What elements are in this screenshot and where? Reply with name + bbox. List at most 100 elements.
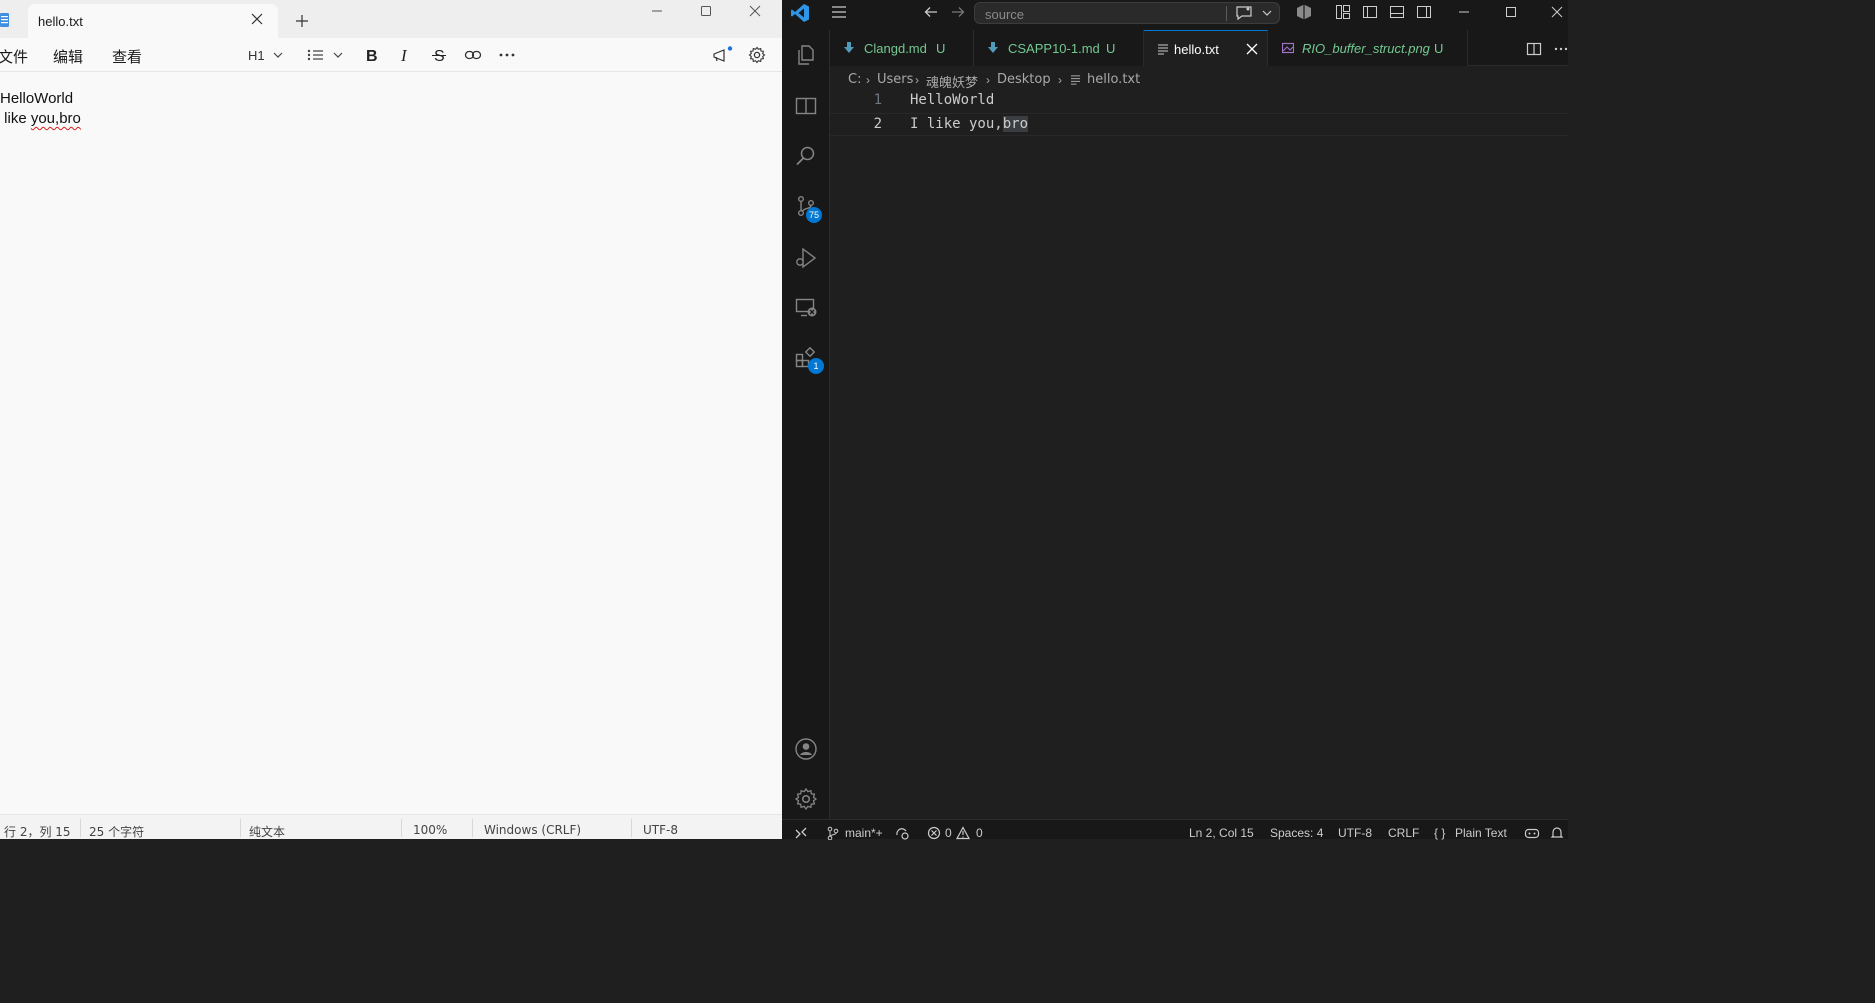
status-char-count: 25 个字符 xyxy=(89,825,145,839)
breadcrumb-drive[interactable]: C: xyxy=(848,72,861,87)
language-mode-braces-icon: { } xyxy=(1434,826,1446,840)
breadcrumb-desktop[interactable]: Desktop xyxy=(997,72,1051,87)
code-line-1: HelloWorld xyxy=(910,92,995,108)
breadcrumb-users[interactable]: Users xyxy=(877,72,913,87)
toggle-secondary-sidebar-icon[interactable] xyxy=(1416,4,1432,20)
explorer-icon[interactable] xyxy=(794,43,818,67)
chevron-right-icon: › xyxy=(986,73,990,87)
sync-icon[interactable] xyxy=(894,826,910,840)
run-debug-icon[interactable] xyxy=(794,246,818,270)
copilot-icon[interactable] xyxy=(1295,3,1313,21)
manage-gear-icon[interactable] xyxy=(794,787,818,811)
chevron-down-icon xyxy=(273,52,283,58)
more-icon[interactable] xyxy=(498,46,516,64)
notepad-app-icon xyxy=(0,13,9,27)
notepad-menubar: 文件 编辑 查看 H1 B I S xyxy=(0,38,782,72)
copilot-status-icon[interactable] xyxy=(1524,826,1540,840)
text-line-1: HelloWorld xyxy=(0,90,74,107)
vscode-titlebar: source xyxy=(782,0,1568,30)
italic-icon[interactable]: I xyxy=(398,46,414,64)
copilot-chat-icon[interactable] xyxy=(1235,5,1253,21)
tab-hello-txt[interactable]: hello.txt xyxy=(28,4,278,38)
status-language[interactable]: Plain Text xyxy=(1455,826,1507,840)
minimize-icon[interactable] xyxy=(646,3,668,19)
code-editor[interactable]: 1 HelloWorld 2 I like you,bro xyxy=(830,92,1568,819)
back-arrow-icon[interactable] xyxy=(923,4,939,20)
close-window-icon[interactable] xyxy=(1550,5,1564,19)
close-window-icon[interactable] xyxy=(744,3,766,19)
status-eol[interactable]: CRLF xyxy=(1388,826,1419,840)
reading-mode-icon[interactable] xyxy=(794,94,818,118)
accounts-icon[interactable] xyxy=(794,737,818,761)
notepad-statusbar: 行 2，列 15 25 个字符 纯文本 100% Windows (CRLF) … xyxy=(0,814,782,839)
heading-label: H1 xyxy=(248,47,265,63)
remote-explorer-icon[interactable] xyxy=(794,296,818,320)
customize-layout-icon[interactable] xyxy=(1335,4,1351,20)
notepad-window: hello.txt 文件 编辑 查看 H1 B I S HelloWorld l… xyxy=(0,0,782,839)
selection-highlight: bro xyxy=(1002,116,1029,132)
tab-rio-buffer-struct-png[interactable]: RIO_buffer_struct.png U xyxy=(1268,30,1468,66)
menu-view[interactable]: 查看 xyxy=(112,46,142,67)
split-editor-icon[interactable] xyxy=(1526,41,1542,57)
list-dropdown[interactable] xyxy=(307,46,345,64)
remote-indicator-icon[interactable] xyxy=(794,826,808,840)
tab-clangd-md[interactable]: Clangd.md U xyxy=(830,30,974,66)
breadcrumb-user-folder[interactable]: 魂魄妖梦 xyxy=(926,72,978,91)
search-placeholder: source xyxy=(985,7,1025,22)
status-format: 纯文本 xyxy=(249,825,286,839)
more-actions-icon[interactable] xyxy=(1554,41,1568,57)
tab-label: Clangd.md xyxy=(864,41,927,56)
tab-label: RIO_buffer_struct.png xyxy=(1302,41,1430,56)
menu-edit[interactable]: 编辑 xyxy=(53,46,83,67)
breadcrumb-file[interactable]: hello.txt xyxy=(1087,72,1140,87)
tab-label: hello.txt xyxy=(1174,42,1219,57)
tab-hello-txt[interactable]: hello.txt xyxy=(1144,30,1268,67)
status-cursor-position[interactable]: Ln 2, Col 15 xyxy=(1189,826,1254,840)
chevron-down-icon xyxy=(333,52,343,58)
heading-dropdown[interactable]: H1 xyxy=(248,46,285,64)
menu-file[interactable]: 文件 xyxy=(0,46,28,67)
tab-csapp10-1-md[interactable]: CSAPP10-1.md U xyxy=(974,30,1144,66)
vscode-window: source 75 1 Clangd.md U CSAPP10-1.md U h… xyxy=(782,0,1568,840)
close-icon[interactable] xyxy=(1246,43,1258,55)
status-errors[interactable]: 0 xyxy=(945,826,952,840)
toggle-primary-sidebar-icon[interactable] xyxy=(1362,4,1378,20)
code-line-2-text: I like you, xyxy=(910,116,1003,132)
markdown-file-icon xyxy=(988,42,998,53)
bullet-list-icon xyxy=(307,49,323,61)
link-icon[interactable] xyxy=(464,46,482,64)
status-indentation[interactable]: Spaces: 4 xyxy=(1270,826,1323,840)
minimize-icon[interactable] xyxy=(1457,5,1471,19)
gear-icon[interactable] xyxy=(748,46,766,64)
status-cursor-position: 行 2，列 15 xyxy=(4,825,71,839)
notepad-text-area[interactable]: HelloWorld like you,bro xyxy=(0,72,782,814)
forward-arrow-icon[interactable] xyxy=(950,4,966,20)
line-number-1: 1 xyxy=(873,92,882,108)
menu-icon[interactable] xyxy=(830,4,848,20)
status-encoding[interactable]: UTF-8 xyxy=(1338,826,1372,840)
warning-icon[interactable] xyxy=(956,826,970,840)
command-center-search[interactable]: source xyxy=(974,2,1280,24)
close-icon[interactable] xyxy=(250,12,264,26)
bold-icon[interactable]: B xyxy=(364,46,380,64)
maximize-icon[interactable] xyxy=(695,3,717,19)
breadcrumb: C: › Users › 魂魄妖梦 › Desktop › hello.txt xyxy=(830,66,1568,92)
status-line-ending: Windows (CRLF) xyxy=(484,823,582,837)
status-branch[interactable]: main*+ xyxy=(845,826,883,840)
error-icon[interactable] xyxy=(927,826,941,840)
strikethrough-icon[interactable]: S xyxy=(431,46,447,64)
status-zoom[interactable]: 100% xyxy=(413,823,447,837)
chevron-down-icon[interactable] xyxy=(1261,6,1273,20)
spellcheck-word: you,bro xyxy=(30,110,81,127)
maximize-icon[interactable] xyxy=(1504,5,1518,19)
markdown-file-icon xyxy=(844,42,854,53)
megaphone-icon[interactable] xyxy=(711,46,733,64)
new-tab-icon[interactable] xyxy=(294,13,310,29)
toggle-panel-icon[interactable] xyxy=(1389,4,1405,20)
line-number-2: 2 xyxy=(873,116,882,132)
notifications-icon[interactable] xyxy=(1550,826,1564,840)
svg-text:I: I xyxy=(400,46,408,64)
status-warnings[interactable]: 0 xyxy=(976,826,983,840)
editor-tab-bar: Clangd.md U CSAPP10-1.md U hello.txt RIO… xyxy=(830,30,1568,67)
search-icon[interactable] xyxy=(794,144,818,168)
